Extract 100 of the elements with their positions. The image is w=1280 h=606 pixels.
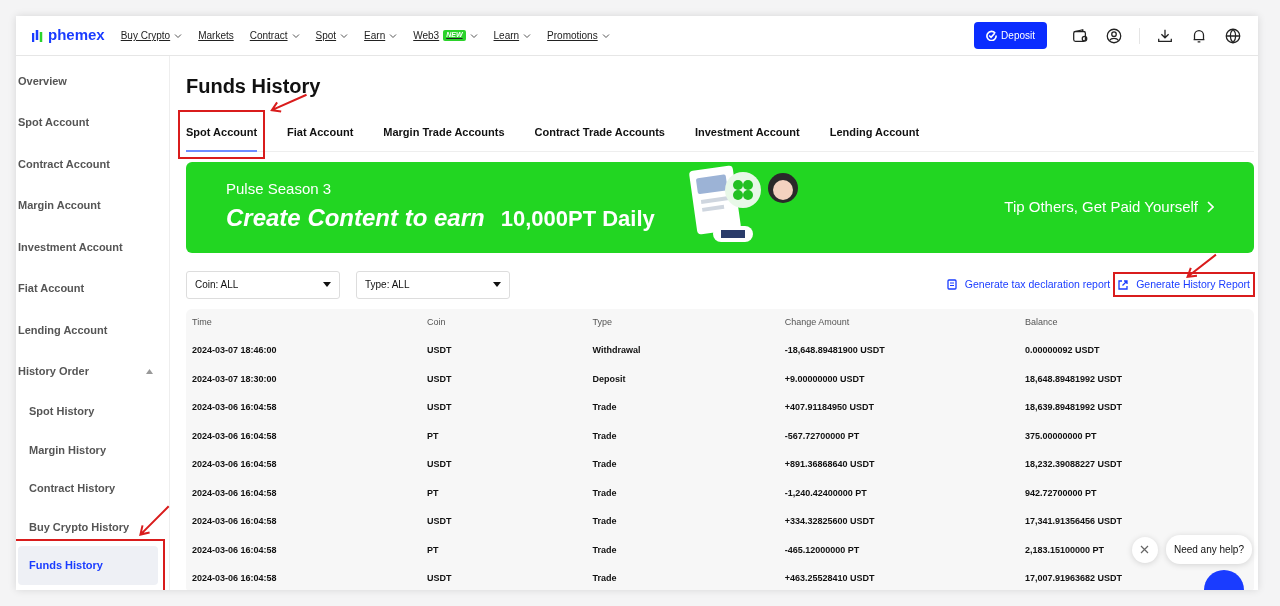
table-cell: 2024-03-06 16:04:58 (192, 487, 277, 498)
sidebar-item[interactable]: Margin Account (16, 184, 169, 226)
table-cell: 2024-03-06 16:04:58 (192, 544, 277, 555)
table-cell: Deposit (592, 373, 626, 384)
account-tab[interactable]: Fiat Account (287, 118, 354, 151)
table-cell: USDT (426, 516, 452, 526)
report-link[interactable]: Generate History Report (1118, 276, 1250, 293)
sidebar-item[interactable]: Lending Account (16, 309, 169, 351)
nav-menu-item[interactable]: Promotions (547, 28, 610, 43)
chevron-down-icon (523, 31, 532, 40)
table-cell: USDT (426, 573, 452, 583)
report-link[interactable]: Generate tax declaration report (946, 276, 1111, 293)
table-cell: Trade (592, 402, 617, 412)
table-cell: Trade (592, 544, 617, 555)
sidebar-item[interactable]: Overview (16, 60, 169, 102)
nav-menu-item[interactable]: Markets (198, 28, 234, 43)
nav-menu-item[interactable]: Buy Crypto (120, 28, 183, 43)
table-cell: 2024-03-07 18:46:00 (192, 345, 277, 355)
nav-menu-item[interactable]: Earn (364, 28, 398, 43)
table-cell: +334.32825600 USDT (784, 516, 875, 526)
table-cell: USDT (426, 402, 452, 412)
table-cell: 18,639.89481992 USDT (1025, 402, 1123, 412)
table-cell: -465.12000000 PT (784, 544, 860, 555)
chevron-down-icon (601, 31, 610, 40)
account-tab[interactable]: Investment Account (694, 118, 800, 151)
sidebar-item[interactable]: Investment Account (16, 226, 169, 268)
check-circle-icon (986, 30, 998, 41)
table-cell: 2024-03-06 16:04:58 (192, 516, 277, 526)
caret-down-icon (323, 282, 331, 287)
table-cell: 2024-03-06 16:04:58 (192, 459, 277, 469)
wallet-icon[interactable] (1071, 26, 1089, 45)
table-cell: Trade (592, 459, 617, 469)
sidebar-subitem[interactable]: Spot History (18, 392, 158, 431)
filter-dropdown[interactable]: Coin: ALL (186, 270, 340, 299)
table-cell: PT (426, 487, 439, 498)
sidebar-item[interactable]: Fiat Account (16, 267, 169, 309)
account-tab[interactable]: Spot Account (186, 118, 258, 151)
table-cell: 2024-03-07 18:30:00 (192, 373, 277, 384)
table-cell: +891.36868640 USDT (784, 459, 875, 469)
table-cell: +407.91184950 USDT (784, 402, 875, 412)
table-cell: Trade (592, 430, 617, 441)
chevron-down-icon (340, 31, 349, 40)
table-cell: -18,648.89481900 USDT (784, 345, 885, 355)
table-cell: 18,648.89481992 USDT (1025, 373, 1123, 384)
sidebar-item[interactable]: History Order (16, 350, 169, 392)
column-header: Time (186, 308, 421, 337)
table-cell: +463.25528410 USDT (784, 573, 875, 583)
sidebar-subitem[interactable]: Margin History (18, 430, 158, 469)
caret-down-icon (493, 282, 501, 287)
table-cell: PT (426, 544, 439, 555)
banner-amount: 10,000PT Daily (500, 205, 655, 234)
column-header: Balance (1019, 308, 1254, 337)
user-icon[interactable] (1105, 26, 1123, 45)
table-cell: Trade (592, 516, 617, 526)
sidebar-subitem[interactable]: Buy Crypto History (18, 507, 158, 546)
logo-icon (32, 28, 44, 43)
chat-bubble[interactable]: Need any help? (1165, 535, 1252, 564)
sidebar-subitem[interactable]: Funds History (18, 546, 158, 585)
table-cell: 2,183.15100000 PT (1025, 544, 1105, 555)
globe-icon[interactable] (1224, 26, 1242, 45)
table-cell: USDT (426, 345, 452, 355)
table-cell: 0.00000092 USDT (1025, 345, 1100, 355)
account-tab[interactable]: Margin Trade Accounts (383, 118, 505, 151)
chevron-down-icon (469, 31, 478, 40)
table-cell: PT (426, 430, 439, 441)
sidebar-subitem[interactable]: Contract History (18, 469, 158, 508)
nav-menu-item[interactable]: Contract (249, 28, 300, 43)
logo-text[interactable]: phemex (48, 24, 105, 47)
column-header: Type (586, 308, 779, 337)
page-title: Funds History (186, 74, 322, 98)
table-cell: -567.72700000 PT (784, 430, 860, 441)
chevron-down-icon (174, 31, 183, 40)
filter-dropdown[interactable]: Type: ALL (356, 270, 510, 299)
chevron-down-icon (291, 31, 300, 40)
nav-menu-item[interactable]: Learn (493, 28, 532, 43)
table-cell: -1,240.42400000 PT (784, 487, 867, 498)
nav-menu-item[interactable]: Spot (315, 28, 349, 43)
table-cell: Trade (592, 573, 617, 583)
table-cell: 17,007.91963682 USDT (1025, 573, 1123, 583)
document-icon (946, 279, 957, 290)
table-cell: 375.00000000 PT (1025, 430, 1097, 441)
banner-kicker: Pulse Season 3 (226, 178, 333, 199)
table-cell: USDT (426, 373, 452, 384)
chevron-right-icon (1206, 201, 1214, 213)
sidebar-item[interactable]: Spot Account (16, 101, 169, 143)
column-header: Change Amount (778, 308, 1019, 337)
account-tab[interactable]: Contract Trade Accounts (534, 118, 665, 151)
sidebar-item[interactable]: Contract Account (16, 143, 169, 185)
table-cell: 18,232.39088227 USDT (1025, 459, 1123, 469)
column-header: Coin (420, 308, 587, 337)
table-cell: 17,341.91356456 USDT (1025, 516, 1123, 526)
chevron-down-icon (389, 31, 398, 40)
table-cell: 942.72700000 PT (1025, 487, 1097, 498)
account-tab[interactable]: Lending Account (829, 118, 920, 151)
deposit-button[interactable]: Deposit (974, 22, 1047, 49)
caret-up-icon (146, 368, 153, 374)
close-icon (1140, 545, 1150, 554)
table-cell: USDT (426, 459, 452, 469)
external-link-icon (1118, 279, 1129, 290)
table-cell: +9.00000000 USDT (784, 373, 865, 384)
